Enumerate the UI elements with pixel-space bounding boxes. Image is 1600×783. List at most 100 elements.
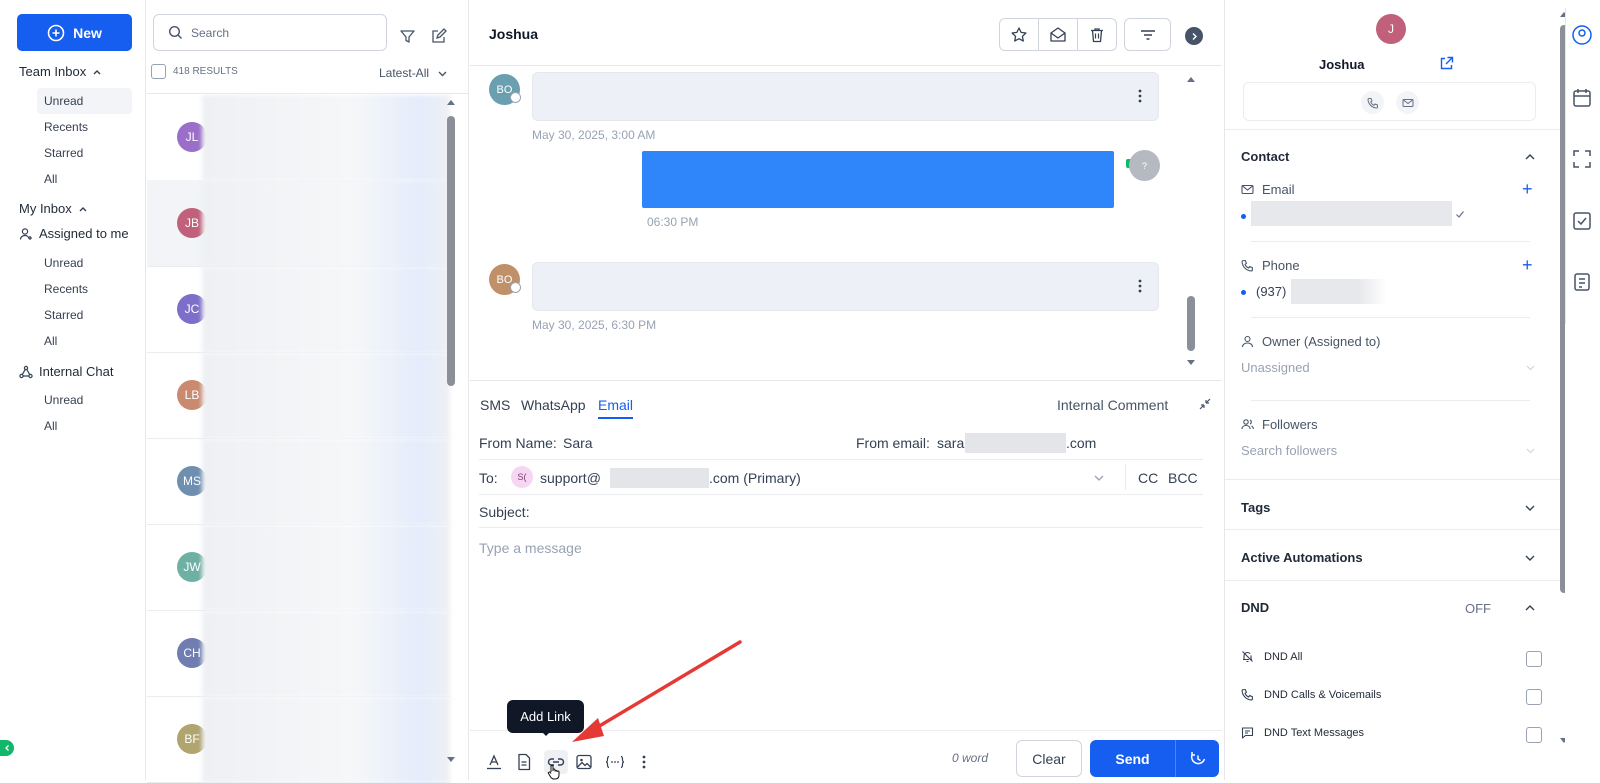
team-inbox-header[interactable]: Team Inbox [19, 64, 102, 79]
filter-icon[interactable] [399, 28, 416, 45]
filter-lines-icon [1139, 26, 1157, 44]
task-icon[interactable] [1571, 210, 1593, 232]
conversation-row[interactable]: JL [147, 94, 450, 181]
from-name-value[interactable]: Sara [563, 435, 593, 451]
scan-icon[interactable] [1571, 148, 1593, 170]
schedule-button[interactable] [1176, 740, 1219, 777]
assigned-starred[interactable]: Starred [37, 302, 132, 328]
more-vertical-icon[interactable] [634, 752, 654, 772]
conversation-contact-name: Joshua [489, 26, 539, 42]
conversation-row[interactable]: CH [147, 610, 450, 697]
minimize-icon[interactable] [1198, 397, 1212, 411]
users-icon [1241, 418, 1254, 431]
team-starred[interactable]: Starred [37, 140, 132, 166]
star-button[interactable] [999, 18, 1039, 51]
tab-whatsapp[interactable]: WhatsApp [521, 397, 586, 413]
message-input[interactable]: Type a message [479, 540, 582, 556]
blurred-preview [202, 267, 450, 353]
new-button[interactable]: New [17, 14, 132, 51]
followers-select[interactable]: Search followers [1241, 443, 1337, 458]
conversation-row[interactable]: JW [147, 524, 450, 611]
add-phone-icon[interactable]: + [1522, 255, 1533, 276]
outgoing-message-bubble[interactable] [642, 151, 1114, 208]
subject-row[interactable]: Subject: [479, 495, 1203, 528]
phone-icon[interactable] [1361, 91, 1384, 114]
messages-scrollbar[interactable] [1185, 75, 1197, 367]
owner-select[interactable]: Unassigned [1241, 360, 1310, 375]
dnd-all-checkbox[interactable] [1526, 651, 1542, 667]
internal-all[interactable]: All [37, 413, 132, 439]
contact-section-title[interactable]: Contact [1241, 149, 1289, 164]
conversation-row[interactable]: LB [147, 352, 450, 439]
chevron-up-icon[interactable] [1524, 151, 1536, 163]
chevron-up-icon[interactable] [1524, 602, 1536, 614]
conversation-row[interactable]: BF [147, 696, 450, 783]
expand-panel-button[interactable] [1185, 27, 1203, 45]
scroll-thumb[interactable] [447, 116, 455, 386]
chevron-down-icon[interactable] [1524, 552, 1536, 564]
contact-card-icon[interactable] [1571, 24, 1593, 46]
filter-messages-button[interactable] [1124, 18, 1171, 51]
to-label: To: [479, 470, 498, 486]
to-prefix[interactable]: support@ [540, 470, 601, 486]
notes-icon[interactable] [1571, 271, 1593, 293]
add-email-icon[interactable]: + [1522, 179, 1533, 200]
more-vertical-icon[interactable] [1138, 89, 1142, 103]
scroll-thumb[interactable] [1187, 296, 1195, 351]
chevron-down-icon[interactable] [1525, 445, 1536, 456]
chevron-down-icon[interactable] [1524, 502, 1536, 514]
search-input[interactable]: Search [153, 14, 387, 51]
assigned-recents[interactable]: Recents [37, 276, 132, 302]
conversation-row[interactable]: JC [147, 266, 450, 353]
compose-icon[interactable] [430, 28, 447, 45]
message-bubble[interactable] [532, 72, 1159, 121]
blurred-preview [202, 525, 450, 611]
external-link-icon[interactable] [1439, 56, 1454, 71]
cc-button[interactable]: CC [1138, 470, 1158, 486]
internal-unread[interactable]: Unread [37, 387, 132, 413]
calendar-icon[interactable] [1571, 87, 1593, 109]
assigned-to-me[interactable]: Assigned to me [19, 226, 129, 241]
message-bubble[interactable] [532, 262, 1159, 311]
assigned-all[interactable]: All [37, 328, 132, 354]
conversation-row[interactable]: JB [147, 180, 450, 267]
assigned-unread[interactable]: Unread [37, 250, 132, 276]
star-icon [1010, 26, 1028, 44]
team-all[interactable]: All [37, 166, 132, 192]
tab-sms[interactable]: SMS [480, 397, 510, 413]
more-vertical-icon[interactable] [1138, 279, 1142, 293]
tags-section-title[interactable]: Tags [1241, 500, 1270, 515]
chevron-down-icon[interactable] [1525, 362, 1536, 373]
conversation-row[interactable]: MS [147, 438, 450, 525]
send-button[interactable]: Send [1090, 740, 1176, 777]
collapse-nav-button[interactable] [0, 740, 14, 756]
text-format-icon[interactable] [484, 752, 504, 772]
select-all-checkbox[interactable] [151, 64, 166, 79]
custom-values-icon[interactable] [604, 752, 626, 772]
image-icon[interactable] [574, 752, 594, 772]
template-icon[interactable] [514, 752, 534, 772]
clear-button[interactable]: Clear [1016, 740, 1082, 777]
internal-comment-tab[interactable]: Internal Comment [1057, 397, 1168, 413]
tab-email[interactable]: Email [598, 397, 634, 419]
list-scrollbar[interactable] [446, 98, 456, 778]
email-badge-icon [510, 282, 521, 293]
team-unread[interactable]: Unread [37, 88, 132, 114]
chevron-down-icon[interactable] [1093, 472, 1105, 484]
dnd-calls-checkbox[interactable] [1526, 689, 1542, 705]
delete-button[interactable] [1077, 18, 1117, 51]
automations-section-title[interactable]: Active Automations [1241, 550, 1363, 565]
from-email-prefix[interactable]: sara [937, 435, 964, 451]
phone-prefix[interactable]: (937) [1256, 284, 1286, 299]
redacted-email[interactable] [1251, 201, 1452, 226]
dnd-section-title[interactable]: DND [1241, 600, 1269, 615]
my-inbox-header[interactable]: My Inbox [19, 201, 88, 216]
dnd-text-checkbox[interactable] [1526, 727, 1542, 743]
mail-icon[interactable] [1396, 91, 1419, 114]
mark-read-button[interactable] [1038, 18, 1078, 51]
sort-dropdown[interactable]: Latest-All [379, 66, 448, 80]
internal-chat[interactable]: Internal Chat [19, 364, 113, 379]
bcc-button[interactable]: BCC [1168, 470, 1198, 486]
redacted-block [610, 468, 709, 488]
team-recents[interactable]: Recents [37, 114, 132, 140]
